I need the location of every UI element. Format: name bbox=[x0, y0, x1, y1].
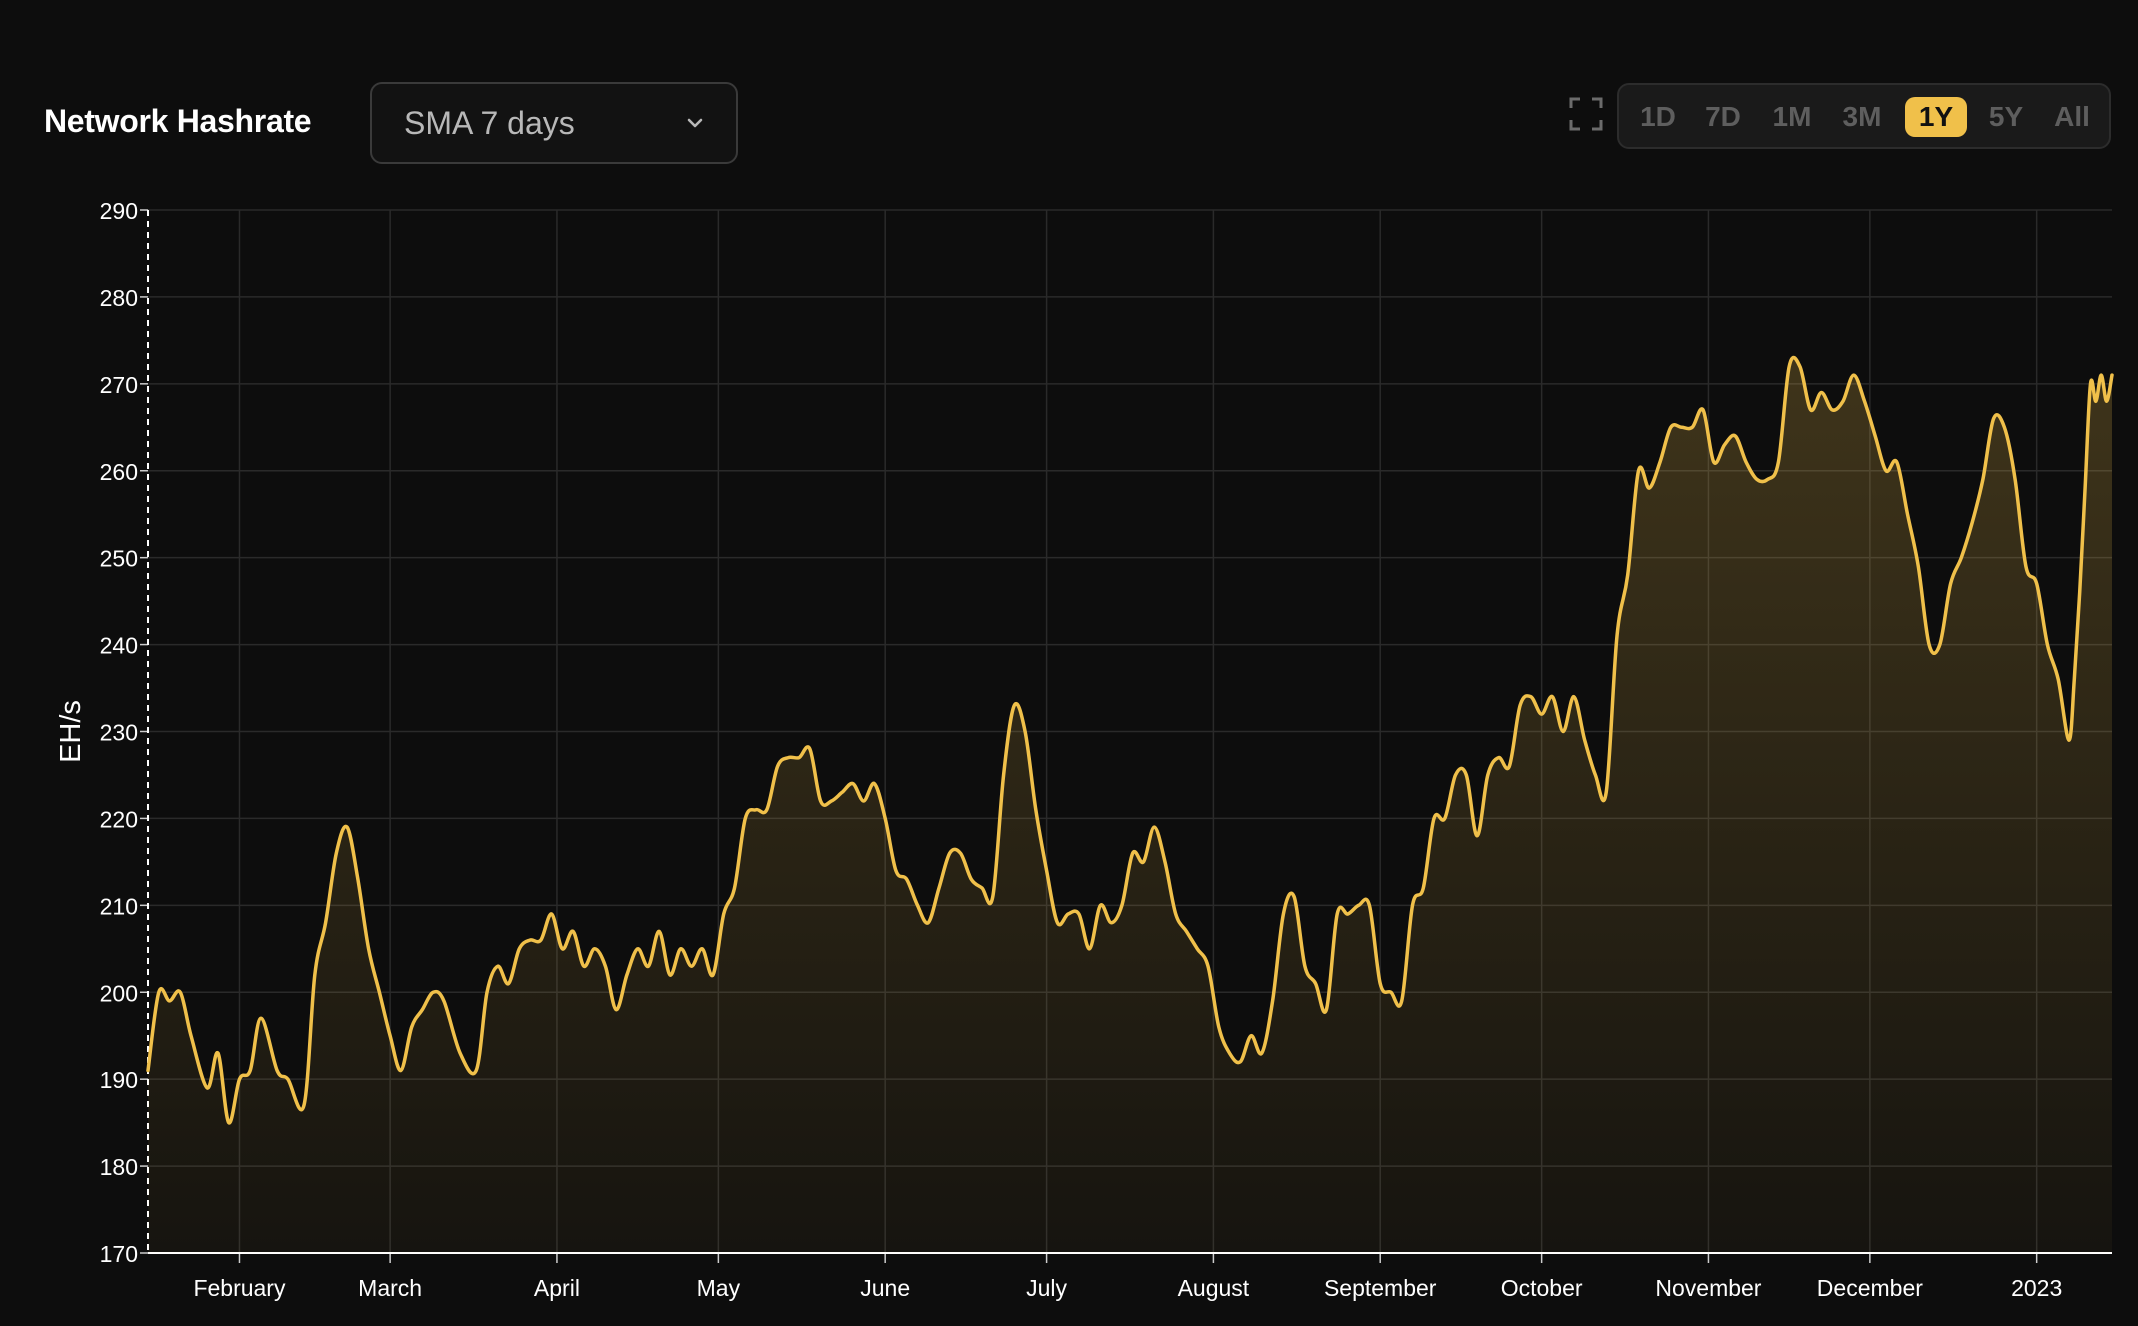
hashrate-area bbox=[148, 357, 2112, 1253]
y-tick-label: 210 bbox=[100, 893, 138, 919]
x-tick-label: May bbox=[697, 1275, 741, 1301]
y-tick-label: 190 bbox=[100, 1067, 138, 1093]
hashrate-chart: 170 180 190 200 210 220 230 240 250 260 270 280 290 F… bbox=[55, 198, 2114, 1301]
y-tick-label: 290 bbox=[100, 198, 138, 224]
x-tick-label: September bbox=[1324, 1275, 1437, 1301]
y-tick-label: 200 bbox=[100, 980, 138, 1006]
y-tick-label: 240 bbox=[100, 633, 138, 659]
y-tick-label: 270 bbox=[100, 372, 138, 398]
x-tick-label: August bbox=[1178, 1275, 1250, 1301]
y-tick-label: 280 bbox=[100, 285, 138, 311]
x-tick-label: June bbox=[860, 1275, 910, 1301]
y-tick-label: 260 bbox=[100, 459, 138, 485]
x-tick-label: October bbox=[1501, 1275, 1583, 1301]
x-tick-label: April bbox=[534, 1275, 580, 1301]
x-tick-label: December bbox=[1817, 1275, 1923, 1301]
y-axis-label: EH/s bbox=[55, 700, 87, 763]
y-tick-label: 180 bbox=[100, 1154, 138, 1180]
y-tick-label: 250 bbox=[100, 546, 138, 572]
y-tick-label: 230 bbox=[100, 720, 138, 746]
y-tick-label: 170 bbox=[100, 1241, 138, 1267]
x-tick-label: March bbox=[358, 1275, 422, 1301]
x-tick-label: November bbox=[1655, 1275, 1761, 1301]
x-tick-label: July bbox=[1026, 1275, 1067, 1301]
x-tick-label: February bbox=[193, 1275, 286, 1301]
x-tick-label: 2023 bbox=[2011, 1275, 2062, 1301]
y-tick-label: 220 bbox=[100, 806, 138, 832]
